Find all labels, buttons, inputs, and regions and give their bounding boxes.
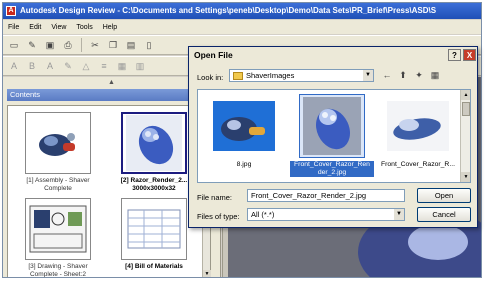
file-list: 8.jpg Front_Cover_Razor_Ren der_2.jpg Fr… — [197, 89, 471, 183]
font-color-icon[interactable]: A — [43, 59, 57, 73]
menu-file[interactable]: File — [7, 24, 20, 31]
thumbnail-sublabel: 3000x3000x32 — [132, 185, 176, 192]
file-name-field-label: File name: — [197, 193, 233, 202]
cut-icon[interactable]: ✂ — [88, 38, 102, 52]
bold-icon[interactable]: B — [25, 59, 39, 73]
look-in-label: Look in: — [197, 73, 224, 82]
look-in-dropdown[interactable]: ShaverImages ▼ — [229, 69, 374, 82]
menu-tools[interactable]: Tools — [75, 24, 93, 31]
thumbnail-label: [3] Drawing - Shaver Complete - Sheet:2 — [28, 263, 88, 278]
files-of-type-value: All (*.*) — [251, 210, 275, 219]
open-folder-icon[interactable]: ✎ — [25, 38, 39, 52]
scroll-up-icon[interactable]: ▲ — [461, 90, 470, 100]
shaver-assembly-image — [25, 112, 91, 174]
copy-icon[interactable]: ❐ — [106, 38, 120, 52]
menu-help[interactable]: Help — [102, 24, 118, 31]
file-name-label: Front_Cover_Razor_R... — [380, 161, 456, 168]
pencil-icon[interactable]: ✎ — [61, 59, 75, 73]
file-item[interactable]: Front_Cover_Razor_R... — [376, 94, 460, 169]
file-name-label: Front_Cover_Razor_Ren der_2.jpg — [290, 161, 374, 177]
back-icon[interactable]: ← — [381, 69, 393, 81]
grid-icon[interactable]: ▦ — [115, 59, 129, 73]
thumbnail-bill-of-materials[interactable]: [4] Bill of Materials — [112, 198, 196, 271]
view-menu-icon[interactable]: ▦ — [429, 69, 441, 81]
file-item-selected[interactable]: Front_Cover_Razor_Ren der_2.jpg — [290, 94, 374, 177]
chevron-down-icon[interactable]: ▼ — [363, 70, 373, 81]
new-folder-icon[interactable]: ✦ — [413, 69, 425, 81]
thumbnail-list: [1] Assembly - Shaver Complete [2] Razor… — [7, 105, 211, 278]
scroll-thumb[interactable] — [462, 102, 470, 116]
look-in-value: ShaverImages — [246, 71, 295, 80]
cancel-button[interactable]: Cancel — [417, 207, 471, 222]
drawing-sheet-image — [25, 198, 91, 260]
folder-icon — [233, 71, 243, 80]
paste-icon[interactable]: ▤ — [124, 38, 138, 52]
close-button[interactable]: X — [463, 49, 476, 61]
file-preview-image — [211, 94, 277, 158]
highlight-icon[interactable]: △ — [79, 59, 93, 73]
menu-bar: File Edit View Tools Help — [3, 20, 481, 34]
bill-of-materials-image — [121, 198, 187, 260]
files-of-type-label: Files of type: — [197, 212, 240, 221]
help-button[interactable]: ? — [448, 49, 461, 61]
text-markup-icon[interactable]: A — [7, 59, 21, 73]
files-of-type-dropdown[interactable]: All (*.*) ▼ — [247, 208, 405, 221]
thumbnail-label: [2] Razor_Render_2... — [120, 177, 188, 184]
menu-view[interactable]: View — [50, 24, 67, 31]
toolbar-separator — [81, 38, 82, 52]
window-title: Autodesk Design Review - C:\Documents an… — [20, 6, 437, 15]
up-folder-icon[interactable]: ⬆ — [397, 69, 409, 81]
menu-edit[interactable]: Edit — [28, 24, 42, 31]
contents-header: Contents — [7, 89, 216, 101]
file-name-line1: Front_Cover_Razor_Ren — [294, 161, 370, 168]
dialog-title: Open File — [194, 50, 233, 60]
thumbnail-assembly[interactable]: [1] Assembly - Shaver Complete — [16, 112, 100, 193]
file-name-line2: der_2.jpg — [317, 169, 347, 176]
scroll-down-icon[interactable]: ▼ — [203, 270, 211, 277]
thumbnail-razor-render[interactable]: [2] Razor_Render_2... 3000x3000x32 — [112, 112, 196, 193]
file-preview-image — [385, 94, 451, 158]
title-bar: A Autodesk Design Review - C:\Documents … — [3, 3, 481, 19]
dialog-nav-toolbar: ← ⬆ ✦ ▦ — [381, 69, 441, 81]
file-name-label: 8.jpg — [236, 161, 252, 168]
scroll-down-icon[interactable]: ▼ — [461, 172, 470, 182]
dialog-title-bar: Open File ? X — [189, 47, 477, 63]
open-file-dialog: Open File ? X Look in: ShaverImages ▼ ← … — [188, 46, 478, 228]
file-list-scrollbar[interactable]: ▲ ▼ — [460, 90, 470, 182]
save-icon[interactable]: ▣ — [43, 38, 57, 52]
open-button[interactable]: Open — [417, 188, 471, 203]
razor-render-image — [121, 112, 187, 174]
new-icon[interactable]: ▭ — [7, 38, 21, 52]
align-icon[interactable]: ≡ — [97, 59, 111, 73]
chevron-down-icon[interactable]: ▼ — [394, 209, 404, 220]
document-icon[interactable]: ▯ — [142, 38, 156, 52]
thumbnail-label: [4] Bill of Materials — [125, 263, 183, 270]
thumbnail-drawing[interactable]: [3] Drawing - Shaver Complete - Sheet:2 — [16, 198, 100, 278]
layout-icon[interactable]: ▥ — [133, 59, 147, 73]
autodesk-logo-icon: A — [6, 6, 16, 16]
file-name-input[interactable]: Front_Cover_Razor_Render_2.jpg — [247, 189, 405, 202]
thumbnail-label: [1] Assembly - Shaver Complete — [26, 177, 90, 192]
file-item[interactable]: 8.jpg — [202, 94, 286, 169]
file-preview-image — [299, 94, 365, 158]
print-icon[interactable]: ⎙ — [61, 38, 75, 52]
